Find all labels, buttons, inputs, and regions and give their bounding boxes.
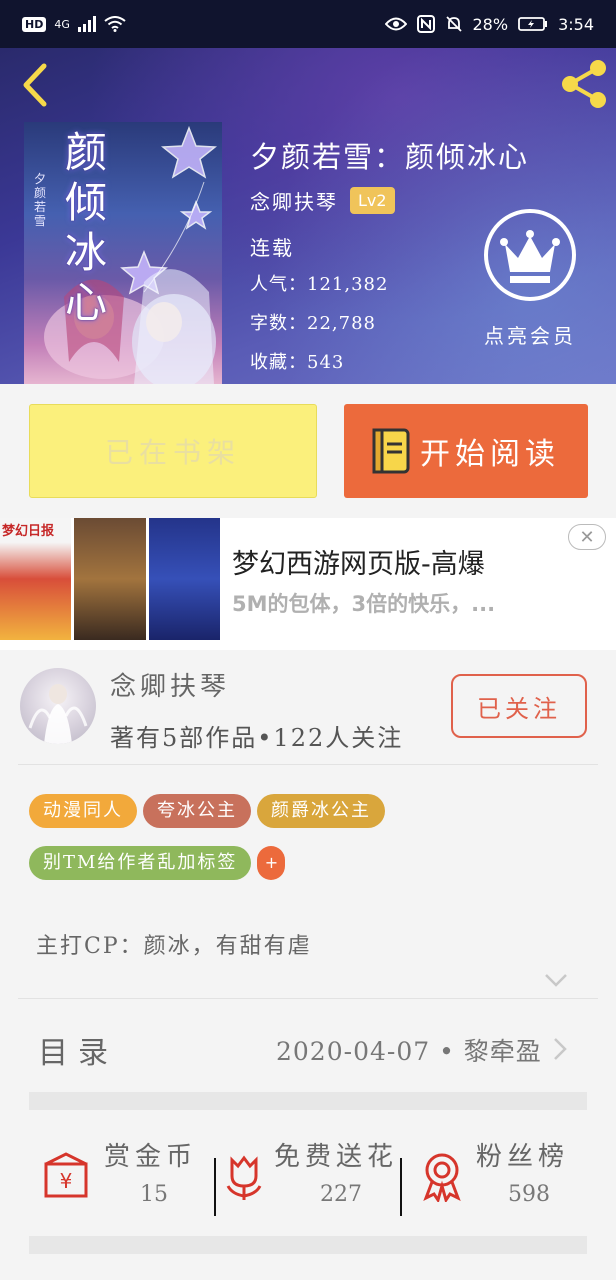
book-title: 夕颜若雪：颜倾冰心: [250, 140, 530, 174]
stat-value: 598: [508, 1182, 550, 1207]
crown-icon: [484, 209, 576, 301]
status-bar: HD 4G 28% 3:54: [0, 0, 616, 48]
popularity-stat: 人气：121,382: [250, 274, 389, 295]
ad-thumb-1: 梦幻日报: [0, 518, 72, 640]
stat-value: 227: [320, 1182, 362, 1207]
ad-banner[interactable]: 梦幻日报 梦幻西游网页版-高爆 5M的包体，3倍的快乐，... ✕: [0, 518, 616, 650]
divider: [18, 998, 598, 999]
flower-icon: [226, 1155, 262, 1200]
ad-close-button[interactable]: ✕: [568, 524, 606, 550]
divider: [18, 764, 598, 765]
level-badge: Lv2: [350, 187, 395, 214]
mute-bell-icon: [445, 16, 462, 32]
battery-icon: [518, 17, 548, 31]
chevron-right-icon: [554, 1038, 567, 1060]
battery-percent: 28%: [472, 14, 509, 34]
chevron-down-icon[interactable]: [544, 972, 568, 988]
medal-icon: [423, 1153, 461, 1202]
stat-label: 赏金币: [104, 1142, 198, 1172]
tag-pill[interactable]: 动漫同人: [29, 794, 137, 828]
tag-list: 动漫同人 夸冰公主 颜爵冰公主 别TM给作者乱加标签 +: [29, 794, 589, 898]
author-section: 念卿扶琴 著有5部作品•122人关注 已关注 动漫同人 夸冰公主 颜爵冰公主 别TM…: [0, 650, 616, 1280]
toc-label: 目录: [38, 1036, 118, 1071]
book-header: 夕颜若雪 颜 倾 冰 心 夕颜若雪：颜倾冰心 念卿扶琴 Lv2 连载 人气：12…: [0, 48, 616, 384]
start-reading-label: 开始阅读: [420, 437, 560, 472]
eye-icon: [384, 17, 407, 31]
tag-pill[interactable]: 夸冰公主: [143, 794, 251, 828]
free-flowers-stat[interactable]: 免费送花 227: [216, 1130, 402, 1230]
ad-title[interactable]: 梦幻西游网页版-高爆: [232, 542, 485, 581]
back-arrow-icon[interactable]: [16, 58, 56, 108]
clock: 3:54: [558, 14, 594, 34]
wifi-icon: [104, 16, 126, 32]
latest-chapter: 2020-04-07 • 黎牵盈: [276, 1037, 542, 1066]
ad-thumb-tag: 梦幻日报: [2, 524, 55, 539]
book-author-row[interactable]: 念卿扶琴 Lv2: [250, 186, 395, 215]
cover-subtitle: 夕颜若雪: [34, 172, 47, 228]
share-icon[interactable]: [556, 56, 612, 112]
nfc-icon: [416, 15, 435, 33]
tag-pill[interactable]: 颜爵冰公主: [257, 794, 385, 828]
ad-thumb-3: [148, 518, 220, 640]
stat-label: 粉丝榜: [476, 1142, 570, 1172]
network-type: 4G: [54, 17, 70, 31]
favorites-stat: 收藏：543: [250, 352, 345, 373]
cover-title: 颜 倾 冰 心: [64, 128, 107, 327]
ad-thumbnails: 梦幻日报: [0, 518, 220, 640]
book-author[interactable]: 念卿扶琴: [250, 186, 338, 215]
vip-label: 点亮会员: [484, 324, 576, 348]
word-count-stat: 字数：22,788: [250, 313, 376, 334]
start-reading-button[interactable]: 开始阅读: [344, 404, 588, 498]
action-bar: 已在书架 开始阅读: [0, 384, 616, 518]
author-avatar[interactable]: [20, 668, 96, 744]
stats-row: ¥ 赏金币 15 免费送花 227 粉丝榜 598: [0, 1130, 616, 1230]
section-separator: [29, 1236, 587, 1254]
cover-art: [44, 125, 218, 384]
in-bookshelf-button[interactable]: 已在书架: [29, 404, 317, 498]
book-icon: [372, 428, 410, 474]
reward-coins-stat[interactable]: ¥ 赏金币 15: [36, 1130, 212, 1230]
red-envelope-icon: ¥: [44, 1152, 88, 1198]
tag-pill[interactable]: 别TM给作者乱加标签: [29, 846, 252, 880]
serial-status: 连载: [250, 236, 294, 260]
table-of-contents-row[interactable]: 目录 2020-04-07 • 黎牵盈: [0, 1002, 616, 1090]
svg-text:¥: ¥: [60, 1169, 73, 1193]
ad-description: 5M的包体，3倍的快乐，...: [232, 592, 496, 616]
stat-value: 15: [140, 1182, 168, 1207]
book-intro: 主打CP：颜冰，有甜有虐: [36, 934, 312, 959]
author-card-subtitle: 著有5部作品•122人关注: [110, 724, 404, 752]
avatar-art: [28, 684, 88, 744]
signal-icon: [77, 16, 96, 32]
vip-button[interactable]: 点亮会员: [480, 208, 580, 349]
ad-thumb-2: [74, 518, 146, 640]
section-separator: [29, 1092, 587, 1110]
hd-indicator: HD: [22, 16, 47, 32]
fan-ranking-stat[interactable]: 粉丝榜 598: [402, 1130, 582, 1230]
author-card-name[interactable]: 念卿扶琴: [110, 666, 230, 703]
followed-button[interactable]: 已关注: [451, 674, 587, 738]
stat-label: 免费送花: [274, 1142, 399, 1172]
book-cover[interactable]: 夕颜若雪 颜 倾 冰 心: [24, 122, 222, 384]
add-tag-button[interactable]: +: [257, 846, 286, 880]
